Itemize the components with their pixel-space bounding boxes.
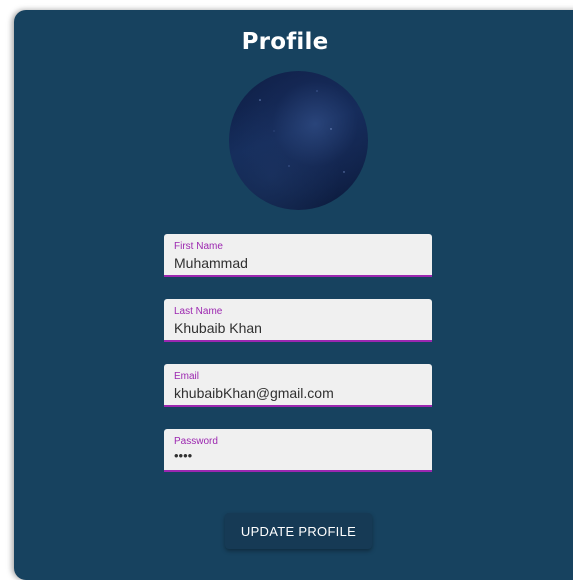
first-name-input[interactable]: Muhammad	[174, 255, 248, 271]
email-input[interactable]: khubaibKhan@gmail.com	[174, 385, 334, 401]
email-field[interactable]: Email khubaibKhan@gmail.com	[164, 364, 432, 407]
avatar-image	[229, 71, 368, 210]
last-name-label: Last Name	[174, 306, 223, 317]
first-name-field[interactable]: First Name Muhammad	[164, 234, 432, 277]
last-name-input[interactable]: Khubaib Khan	[174, 320, 262, 336]
password-input[interactable]: ••••	[174, 448, 192, 463]
password-label: Password	[174, 436, 218, 447]
page-title: Profile	[241, 29, 329, 55]
email-label: Email	[174, 371, 200, 382]
password-field[interactable]: Password ••••	[164, 429, 432, 472]
last-name-field[interactable]: Last Name Khubaib Khan	[164, 299, 432, 342]
update-profile-button[interactable]: UPDATE PROFILE	[225, 513, 372, 549]
first-name-label: First Name	[174, 241, 223, 252]
avatar-stars-icon	[259, 90, 345, 173]
